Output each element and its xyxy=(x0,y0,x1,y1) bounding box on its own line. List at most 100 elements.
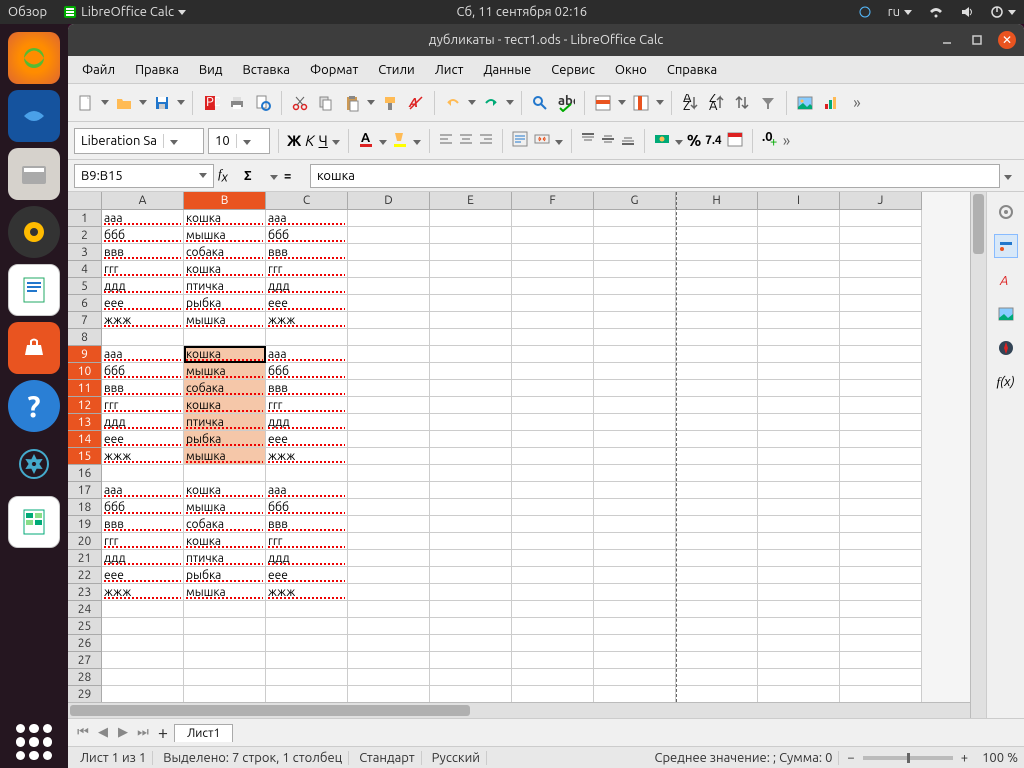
highlight-button[interactable] xyxy=(391,130,409,151)
menu-правка[interactable]: Правка xyxy=(125,59,189,81)
cell[interactable] xyxy=(512,278,594,295)
cell[interactable] xyxy=(430,295,512,312)
cell[interactable] xyxy=(594,686,676,702)
cell[interactable] xyxy=(758,533,840,550)
cell[interactable] xyxy=(758,346,840,363)
highlight-dropdown[interactable] xyxy=(413,134,421,148)
cell[interactable] xyxy=(512,550,594,567)
cell[interactable] xyxy=(676,448,758,465)
cell[interactable] xyxy=(594,295,676,312)
cell[interactable] xyxy=(348,482,430,499)
dock-files[interactable] xyxy=(8,148,60,200)
cell[interactable] xyxy=(512,499,594,516)
cell[interactable] xyxy=(676,567,758,584)
wifi-icon[interactable] xyxy=(928,5,944,19)
formula-button[interactable]: = xyxy=(284,169,306,183)
cell[interactable] xyxy=(676,482,758,499)
cell[interactable] xyxy=(594,227,676,244)
cell[interactable] xyxy=(512,482,594,499)
cell[interactable] xyxy=(512,635,594,652)
cell[interactable] xyxy=(184,635,266,652)
cell[interactable] xyxy=(758,516,840,533)
cell[interactable]: ддд xyxy=(102,278,184,295)
wrap-text-button[interactable] xyxy=(511,130,529,151)
cell[interactable] xyxy=(512,244,594,261)
cell[interactable]: ддд xyxy=(102,414,184,431)
align-right-button[interactable] xyxy=(478,131,494,150)
cell[interactable] xyxy=(594,363,676,380)
tab-first[interactable]: ⏮ xyxy=(74,724,92,742)
cell[interactable] xyxy=(840,261,922,278)
col-header[interactable]: F xyxy=(512,192,594,210)
row-header[interactable]: 7 xyxy=(68,312,102,329)
cell[interactable]: ггг xyxy=(102,533,184,550)
cell[interactable] xyxy=(430,380,512,397)
row-dropdown[interactable] xyxy=(617,91,627,115)
row-header[interactable]: 18 xyxy=(68,499,102,516)
cell[interactable] xyxy=(840,210,922,227)
cell[interactable]: ббб xyxy=(102,499,184,516)
sort-button[interactable] xyxy=(730,91,754,115)
cell[interactable] xyxy=(102,329,184,346)
col-header[interactable]: I xyxy=(758,192,840,210)
cell[interactable] xyxy=(594,499,676,516)
cell[interactable] xyxy=(758,567,840,584)
dock-thunderbird[interactable] xyxy=(8,90,60,142)
cell[interactable] xyxy=(676,652,758,669)
cell[interactable] xyxy=(102,635,184,652)
print-preview-button[interactable] xyxy=(251,91,275,115)
dock-shutter[interactable] xyxy=(8,438,60,490)
cell[interactable] xyxy=(758,584,840,601)
cell[interactable] xyxy=(512,346,594,363)
cell[interactable] xyxy=(512,533,594,550)
currency-button[interactable] xyxy=(653,130,671,151)
cell[interactable]: мышка xyxy=(184,448,266,465)
cell[interactable] xyxy=(840,414,922,431)
cell[interactable] xyxy=(512,210,594,227)
cell[interactable]: мышка xyxy=(184,312,266,329)
cell[interactable]: ббб xyxy=(102,363,184,380)
menu-вид[interactable]: Вид xyxy=(189,59,233,81)
cell[interactable] xyxy=(758,244,840,261)
cell[interactable] xyxy=(840,312,922,329)
cell[interactable] xyxy=(594,312,676,329)
menu-стили[interactable]: Стили xyxy=(368,59,425,81)
cell[interactable]: мышка xyxy=(184,227,266,244)
cell[interactable] xyxy=(594,465,676,482)
font-name-combo[interactable]: Liberation Sa xyxy=(74,128,204,154)
cell[interactable] xyxy=(430,465,512,482)
cell[interactable] xyxy=(594,329,676,346)
cell[interactable]: ббб xyxy=(266,363,348,380)
cell[interactable]: собака xyxy=(184,380,266,397)
cell[interactable] xyxy=(594,431,676,448)
cell[interactable] xyxy=(512,567,594,584)
more-format-button[interactable]: » xyxy=(783,132,791,150)
cell[interactable] xyxy=(840,499,922,516)
zoom-value[interactable]: 100 % xyxy=(976,751,1018,765)
autofilter-button[interactable] xyxy=(756,91,780,115)
spreadsheet-grid[interactable]: ABCDEFGHIJ 1ааакошкаааа2бббмышкаббб3вввс… xyxy=(68,192,970,718)
row-header[interactable]: 26 xyxy=(68,635,102,652)
cell[interactable] xyxy=(512,227,594,244)
col-header[interactable]: D xyxy=(348,192,430,210)
cell[interactable] xyxy=(348,465,430,482)
cell[interactable] xyxy=(348,652,430,669)
power-icon[interactable] xyxy=(990,5,1016,19)
cell[interactable] xyxy=(840,635,922,652)
cell[interactable] xyxy=(512,261,594,278)
cell[interactable] xyxy=(594,601,676,618)
cell[interactable]: ааа xyxy=(102,482,184,499)
menu-файл[interactable]: Файл xyxy=(72,59,125,81)
cell[interactable] xyxy=(758,210,840,227)
function-wizard-button[interactable]: fx xyxy=(218,166,240,185)
formula-input[interactable]: кошка xyxy=(310,164,1000,188)
cell[interactable] xyxy=(758,329,840,346)
cell[interactable] xyxy=(594,567,676,584)
cell[interactable] xyxy=(266,686,348,702)
spellcheck-button[interactable]: abc xyxy=(554,91,578,115)
cell[interactable]: еее xyxy=(102,567,184,584)
cell[interactable]: еее xyxy=(266,295,348,312)
cell[interactable] xyxy=(594,397,676,414)
cell[interactable] xyxy=(102,465,184,482)
cell[interactable] xyxy=(430,499,512,516)
